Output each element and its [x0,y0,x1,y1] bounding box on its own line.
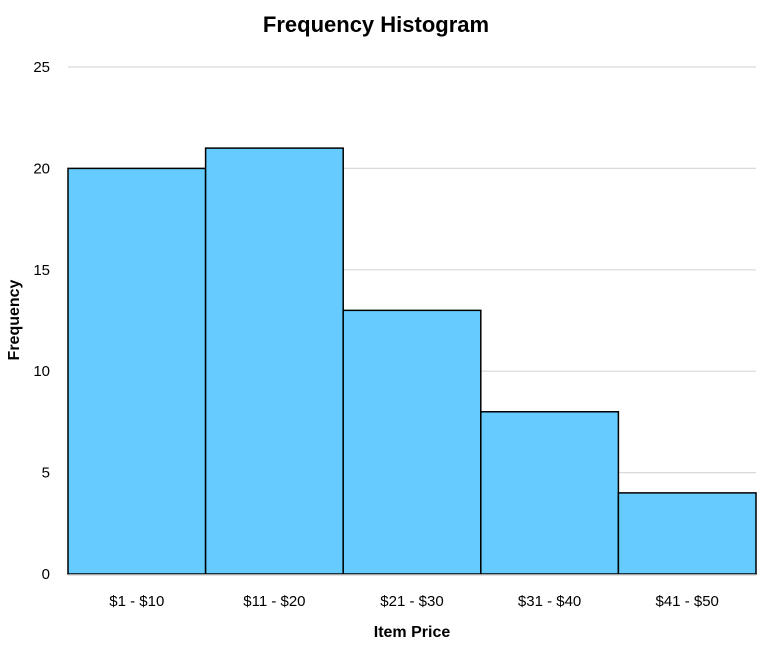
y-tick-label: 5 [42,465,50,482]
y-axis-ticks: 0 5 10 15 20 25 [33,59,50,583]
histogram-chart: Frequency Histogram 0510152025 $1 - $10 $… [6,12,757,641]
x-axis-title: Item Price [374,624,451,641]
x-tick-label: $31 - $40 [518,593,581,610]
y-tick-label: 20 [33,160,50,177]
x-tick-label: $41 - $50 [656,593,719,610]
histogram-bar [67,167,207,575]
bars [67,147,757,575]
y-tick-label: 0 [42,566,50,583]
histogram-bar [204,147,344,575]
x-tick-label: $21 - $30 [380,593,443,610]
y-tick-label: 15 [33,262,50,279]
histogram-bar [342,309,482,575]
x-tick-label: $1 - $10 [109,593,164,610]
y-tick-label: 10 [33,363,50,380]
y-tick-label: 25 [33,59,50,76]
x-axis-ticks: $1 - $10 $11 - $20 $21 - $30 $31 - $40 $41 -… [109,593,719,610]
y-axis-title: Frequency [6,279,23,360]
histogram-bar [480,411,620,575]
chart-title: Frequency Histogram [263,12,489,37]
histogram-bar [617,492,757,575]
x-tick-label: $11 - $20 [243,593,305,610]
